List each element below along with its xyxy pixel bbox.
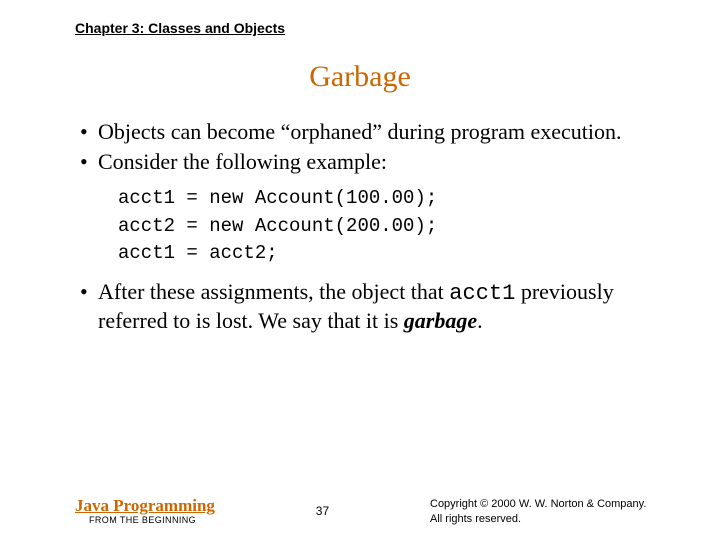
copyright-line: Copyright © 2000 W. W. Norton & Company. bbox=[430, 497, 660, 511]
footer: Java Programming FROM THE BEGINNING 37 C… bbox=[0, 497, 720, 526]
bullet-dot: • bbox=[80, 278, 98, 335]
bullet-item: • Objects can become “orphaned” during p… bbox=[80, 118, 660, 146]
bullet-dot: • bbox=[80, 148, 98, 176]
text-fragment: After these assignments, the object that bbox=[98, 279, 449, 304]
copyright-line: All rights reserved. bbox=[430, 512, 660, 526]
slide: Chapter 3: Classes and Objects Garbage •… bbox=[0, 0, 720, 335]
bullet-dot: • bbox=[80, 118, 98, 146]
brand-subtitle: FROM THE BEGINNING bbox=[75, 516, 215, 526]
body-content: • Objects can become “orphaned” during p… bbox=[60, 118, 660, 335]
page-number: 37 bbox=[316, 504, 329, 526]
bullet-item: • After these assignments, the object th… bbox=[80, 278, 660, 335]
brand-block: Java Programming FROM THE BEGINNING bbox=[75, 497, 215, 526]
bullet-text: Consider the following example: bbox=[98, 148, 660, 176]
copyright: Copyright © 2000 W. W. Norton & Company.… bbox=[430, 497, 660, 526]
brand-title: Java Programming bbox=[75, 497, 215, 516]
bullet-item: • Consider the following example: bbox=[80, 148, 660, 176]
code-text: acct1 = new Account(100.00); acct2 = new… bbox=[118, 185, 660, 268]
bullet-text: Objects can become “orphaned” during pro… bbox=[98, 118, 660, 146]
slide-title: Garbage bbox=[60, 60, 660, 94]
bullet-text: After these assignments, the object that… bbox=[98, 278, 660, 335]
chapter-heading: Chapter 3: Classes and Objects bbox=[75, 20, 660, 36]
emphasis: garbage bbox=[404, 308, 477, 333]
code-block: acct1 = new Account(100.00); acct2 = new… bbox=[118, 185, 660, 268]
text-fragment: . bbox=[477, 308, 483, 333]
inline-code: acct1 bbox=[449, 281, 515, 306]
